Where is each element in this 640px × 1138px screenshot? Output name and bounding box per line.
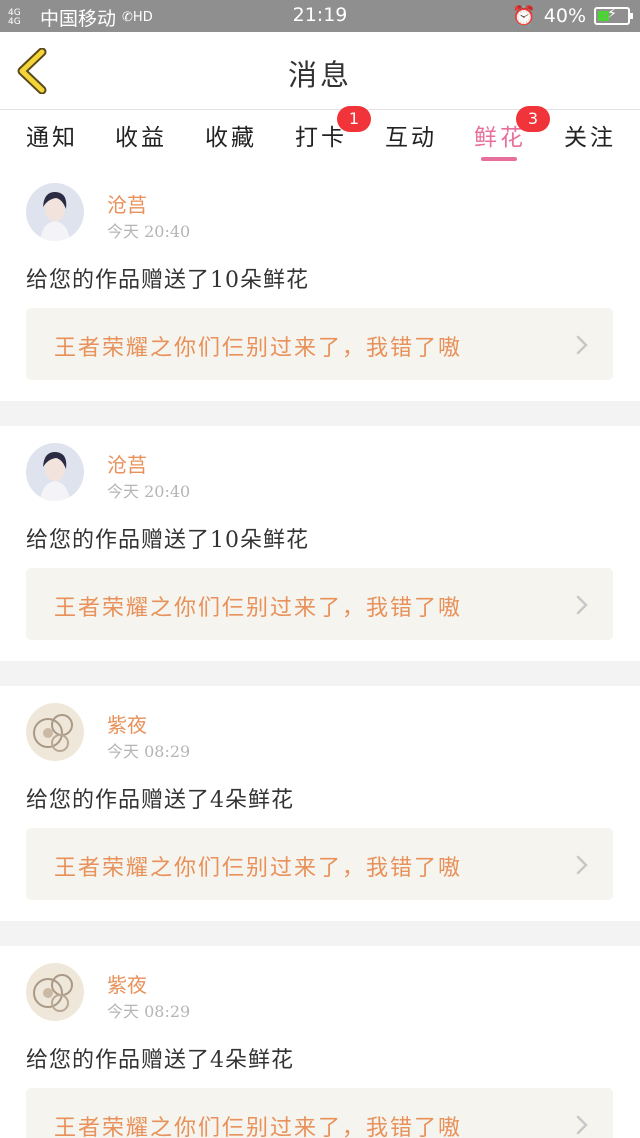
page-title: 消息	[287, 58, 352, 92]
avatar[interactable]	[26, 703, 84, 761]
alarm-icon: ⏰	[512, 5, 536, 27]
status-right: ⏰ 40% ⚡	[512, 4, 633, 27]
tab-flowers[interactable]: 鲜花 3	[474, 106, 550, 152]
tab-label: 通知	[26, 125, 78, 151]
tab-follow[interactable]: 关注	[564, 118, 616, 152]
tab-notice[interactable]: 通知	[26, 118, 78, 152]
sender-name[interactable]: 沧莒	[107, 449, 147, 478]
unread-badge: 1	[337, 106, 371, 132]
tab-bar: 通知 收益 收藏 打卡 1 互动 鲜花 3 关注	[0, 106, 640, 166]
avatar[interactable]	[26, 183, 84, 241]
work-title: 王者荣耀之你们仨别过来了，我错了嗷	[54, 596, 463, 621]
anime-boy-avatar-icon	[26, 183, 84, 241]
message-text: 给您的作品赠送了4朵鲜花	[26, 1048, 294, 1073]
timestamp: 今天 08:29	[107, 1002, 191, 1021]
sender-name[interactable]: 紫夜	[107, 709, 147, 738]
chevron-right-icon	[576, 595, 588, 615]
divider	[0, 921, 640, 946]
sender-name[interactable]: 紫夜	[107, 969, 147, 998]
tab-label: 鲜花	[474, 125, 526, 151]
battery-percent: 40%	[543, 4, 586, 27]
avatar[interactable]	[26, 443, 84, 501]
timestamp: 今天 20:40	[107, 482, 191, 501]
message-text: 给您的作品赠送了10朵鲜花	[26, 528, 309, 553]
divider	[0, 661, 640, 686]
message-text: 给您的作品赠送了10朵鲜花	[26, 268, 309, 293]
work-link[interactable]: 王者荣耀之你们仨别过来了，我错了嗷	[26, 1088, 613, 1138]
sender-name[interactable]: 沧莒	[107, 189, 147, 218]
flower-feed: 沧莒 今天 20:40 给您的作品赠送了10朵鲜花 王者荣耀之你们仨别过来了，我…	[0, 166, 640, 1138]
active-tab-indicator	[481, 157, 517, 161]
list-item: 紫夜 今天 08:29 给您的作品赠送了4朵鲜花 王者荣耀之你们仨别过来了，我错…	[0, 946, 640, 1138]
anime-boy-avatar-icon	[26, 443, 84, 501]
charging-icon: ⚡	[607, 5, 617, 22]
status-bar: 4G 4G 中国移动 ✆HD 21:19 ⏰ 40% ⚡	[0, 0, 640, 32]
tab-label: 打卡	[295, 125, 347, 151]
list-item: 沧莒 今天 20:40 给您的作品赠送了10朵鲜花 王者荣耀之你们仨别过来了，我…	[0, 426, 640, 661]
tab-checkin[interactable]: 打卡 1	[295, 106, 371, 152]
tab-label: 收益	[115, 125, 167, 151]
work-title: 王者荣耀之你们仨别过来了，我错了嗷	[54, 1116, 463, 1138]
chevron-right-icon	[576, 1115, 588, 1135]
work-link[interactable]: 王者荣耀之你们仨别过来了，我错了嗷	[26, 828, 613, 900]
timestamp: 今天 08:29	[107, 742, 191, 761]
battery-icon: ⚡	[594, 5, 633, 25]
avatar[interactable]	[26, 963, 84, 1021]
nav-bar: 消息	[0, 32, 640, 110]
paisley-avatar-icon	[26, 963, 84, 1021]
tab-interaction[interactable]: 互动	[385, 118, 437, 152]
timestamp: 今天 20:40	[107, 222, 191, 241]
tab-favorites[interactable]: 收藏	[205, 118, 257, 152]
message-text: 给您的作品赠送了4朵鲜花	[26, 788, 294, 813]
work-link[interactable]: 王者荣耀之你们仨别过来了，我错了嗷	[26, 308, 613, 380]
tab-label: 收藏	[205, 125, 257, 151]
tab-income[interactable]: 收益	[115, 118, 167, 152]
chevron-right-icon	[576, 855, 588, 875]
tab-label: 互动	[385, 125, 437, 151]
work-title: 王者荣耀之你们仨别过来了，我错了嗷	[54, 856, 463, 881]
tab-label: 关注	[564, 125, 616, 151]
work-link[interactable]: 王者荣耀之你们仨别过来了，我错了嗷	[26, 568, 613, 640]
unread-badge: 3	[516, 106, 550, 132]
work-title: 王者荣耀之你们仨别过来了，我错了嗷	[54, 336, 463, 361]
list-item: 沧莒 今天 20:40 给您的作品赠送了10朵鲜花 王者荣耀之你们仨别过来了，我…	[0, 166, 640, 401]
paisley-avatar-icon	[26, 703, 84, 761]
list-item: 紫夜 今天 08:29 给您的作品赠送了4朵鲜花 王者荣耀之你们仨别过来了，我错…	[0, 686, 640, 921]
chevron-right-icon	[576, 335, 588, 355]
divider	[0, 401, 640, 426]
